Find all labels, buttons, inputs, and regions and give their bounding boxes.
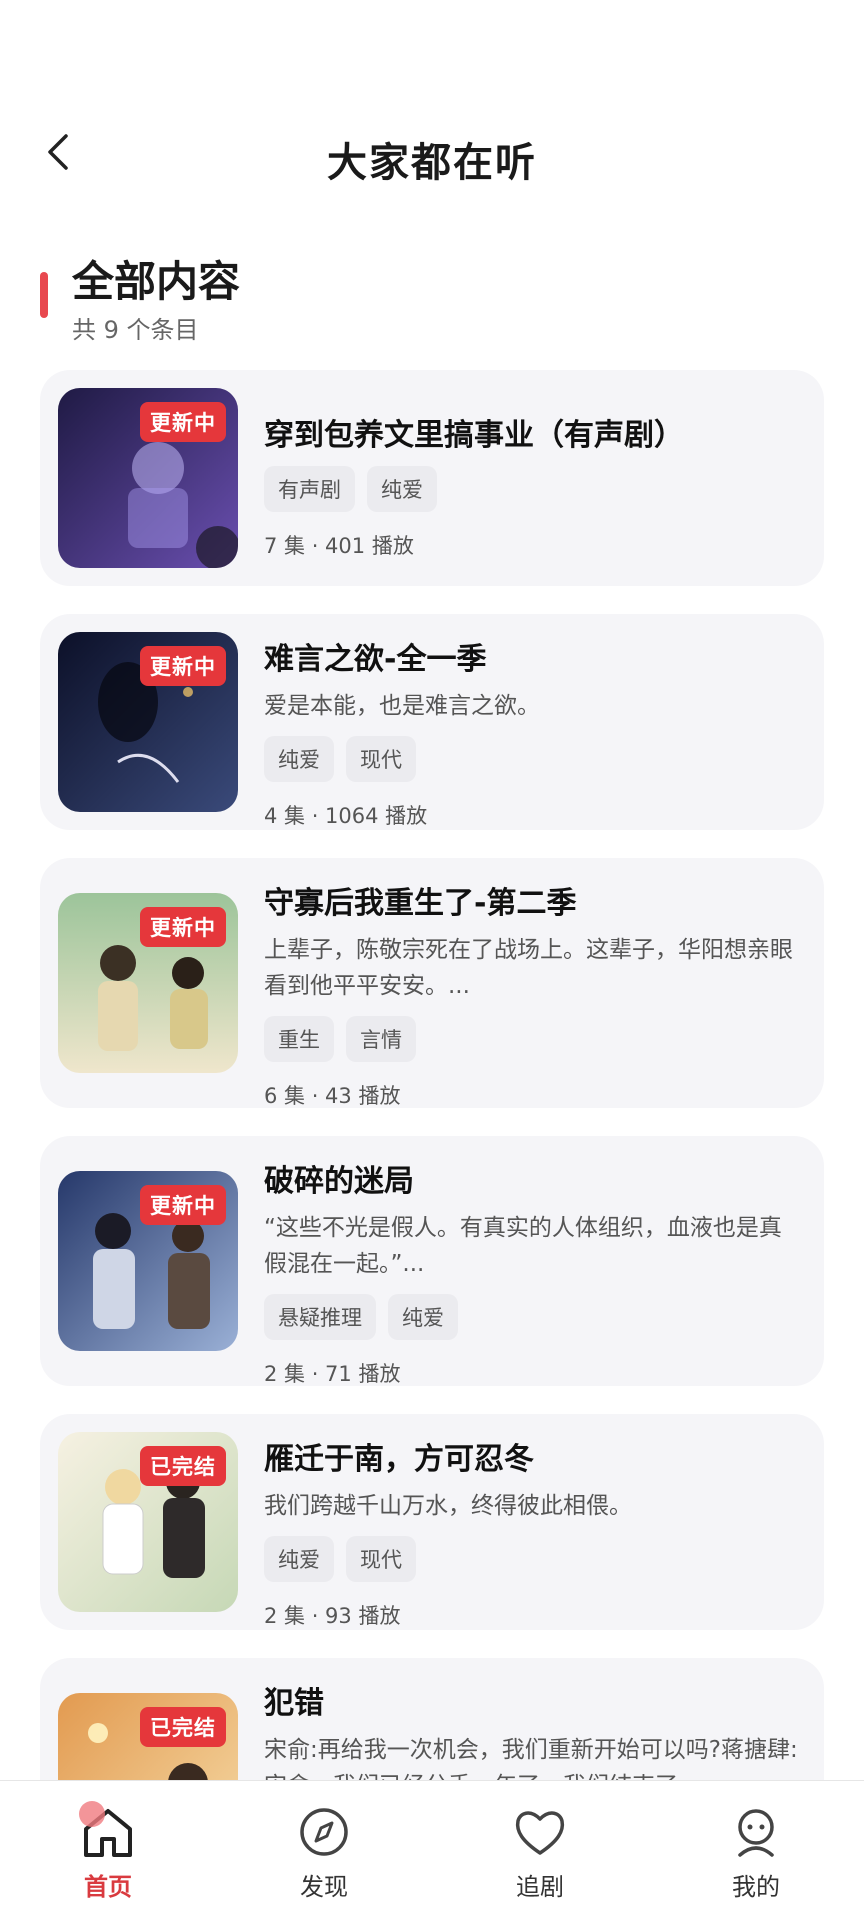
tag-list: 悬疑推理 纯爱	[264, 1294, 800, 1340]
section-accent-bar	[40, 272, 48, 318]
tag: 现代	[346, 736, 416, 782]
item-meta: 7 集 · 401 播放	[264, 534, 414, 558]
list-item[interactable]: 更新中 难言之欲-全一季 爱是本能，也是难言之欲。 纯爱 现代 4 集 · 10…	[40, 614, 824, 830]
nav-follow[interactable]: 追剧	[465, 1781, 615, 1920]
compass-icon	[300, 1808, 348, 1856]
nav-label: 首页	[84, 1873, 132, 1901]
nav-label: 发现	[300, 1873, 348, 1901]
tag: 有声剧	[264, 466, 355, 512]
cover-image: 更新中	[58, 1171, 238, 1351]
list-item[interactable]: 更新中 穿到包养文里搞事业（有声剧） 有声剧 纯爱 7 集 · 401 播放	[40, 370, 824, 586]
status-badge: 已完结	[140, 1446, 226, 1486]
tag: 重生	[264, 1016, 334, 1062]
tag: 言情	[346, 1016, 416, 1062]
item-description: 上辈子，陈敬宗死在了战场上。这辈子，华阳想亲眼看到他平平安安。...	[264, 937, 793, 999]
item-meta: 2 集 · 93 播放	[264, 1604, 401, 1628]
nav-home[interactable]: 首页	[33, 1781, 183, 1920]
tag: 现代	[346, 1536, 416, 1582]
item-info: 穿到包养文里搞事业（有声剧） 有声剧 纯爱 7 集 · 401 播放	[264, 410, 800, 560]
page-title: 大家都在听	[327, 140, 537, 186]
cover-image: 更新中	[58, 893, 238, 1073]
item-description: 我们跨越千山万水，终得彼此相偎。	[264, 1493, 632, 1519]
status-badge: 更新中	[140, 402, 226, 442]
tag: 悬疑推理	[264, 1294, 376, 1340]
item-info: 雁迁于南，方可忍冬 我们跨越千山万水，终得彼此相偎。 纯爱 现代 2 集 · 9…	[264, 1434, 800, 1630]
item-title: 守寡后我重生了-第二季	[264, 886, 577, 921]
bottom-nav: 首页 发现 追剧 我的	[0, 1780, 864, 1920]
item-title: 破碎的迷局	[264, 1164, 414, 1199]
profile-icon	[738, 1809, 774, 1857]
item-meta: 2 集 · 71 播放	[264, 1362, 401, 1386]
page: 大家都在听 全部内容 共 9 个条目 更新中 穿到包养文里搞事业（有声剧） 有声…	[0, 0, 864, 1920]
tag-list: 纯爱 现代	[264, 1536, 800, 1582]
item-title: 雁迁于南，方可忍冬	[264, 1442, 534, 1477]
item-description: 爱是本能，也是难言之欲。	[264, 693, 540, 719]
nav-label: 我的	[732, 1873, 780, 1901]
item-info: 破碎的迷局 “这些不光是假人。有真实的人体组织，血液也是真假混在一起。”... …	[264, 1156, 800, 1388]
cover-image: 更新中	[58, 632, 238, 812]
cover-image: 更新中	[58, 388, 238, 568]
item-info: 难言之欲-全一季 爱是本能，也是难言之欲。 纯爱 现代 4 集 · 1064 播…	[264, 634, 800, 830]
nav-profile[interactable]: 我的	[681, 1781, 831, 1920]
list-item[interactable]: 更新中 破碎的迷局 “这些不光是假人。有真实的人体组织，血液也是真假混在一起。”…	[40, 1136, 824, 1386]
status-badge: 更新中	[140, 1185, 226, 1225]
item-info: 守寡后我重生了-第二季 上辈子，陈敬宗死在了战场上。这辈子，华阳想亲眼看到他平平…	[264, 878, 800, 1110]
item-meta: 4 集 · 1064 播放	[264, 804, 428, 828]
status-badge: 更新中	[140, 646, 226, 686]
section-count: 共 9 个条目	[72, 316, 199, 344]
cover-image: 已完结	[58, 1432, 238, 1612]
item-meta: 6 集 · 43 播放	[264, 1084, 401, 1108]
header: 大家都在听	[0, 100, 864, 210]
tag-list: 重生 言情	[264, 1016, 800, 1062]
status-badge: 更新中	[140, 907, 226, 947]
item-title: 犯错	[264, 1686, 324, 1721]
tag: 纯爱	[367, 466, 437, 512]
section-title: 全部内容	[72, 257, 241, 306]
item-title: 穿到包养文里搞事业（有声剧）	[264, 418, 684, 453]
nav-label: 追剧	[516, 1873, 564, 1901]
status-badge: 已完结	[140, 1707, 226, 1747]
item-title: 难言之欲-全一季	[264, 642, 487, 677]
list-item[interactable]: 已完结 雁迁于南，方可忍冬 我们跨越千山万水，终得彼此相偎。 纯爱 现代 2 集…	[40, 1414, 824, 1630]
tag-list: 纯爱 现代	[264, 736, 800, 782]
item-description: “这些不光是假人。有真实的人体组织，血液也是真假混在一起。”...	[264, 1215, 782, 1277]
nav-discover[interactable]: 发现	[249, 1781, 399, 1920]
heart-icon	[515, 1811, 565, 1855]
tag: 纯爱	[264, 736, 334, 782]
list-item[interactable]: 更新中 守寡后我重生了-第二季 上辈子，陈敬宗死在了战场上。这辈子，华阳想亲眼看…	[40, 858, 824, 1108]
active-indicator	[79, 1801, 105, 1827]
tag: 纯爱	[264, 1536, 334, 1582]
tag: 纯爱	[388, 1294, 458, 1340]
tag-list: 有声剧 纯爱	[264, 466, 800, 512]
